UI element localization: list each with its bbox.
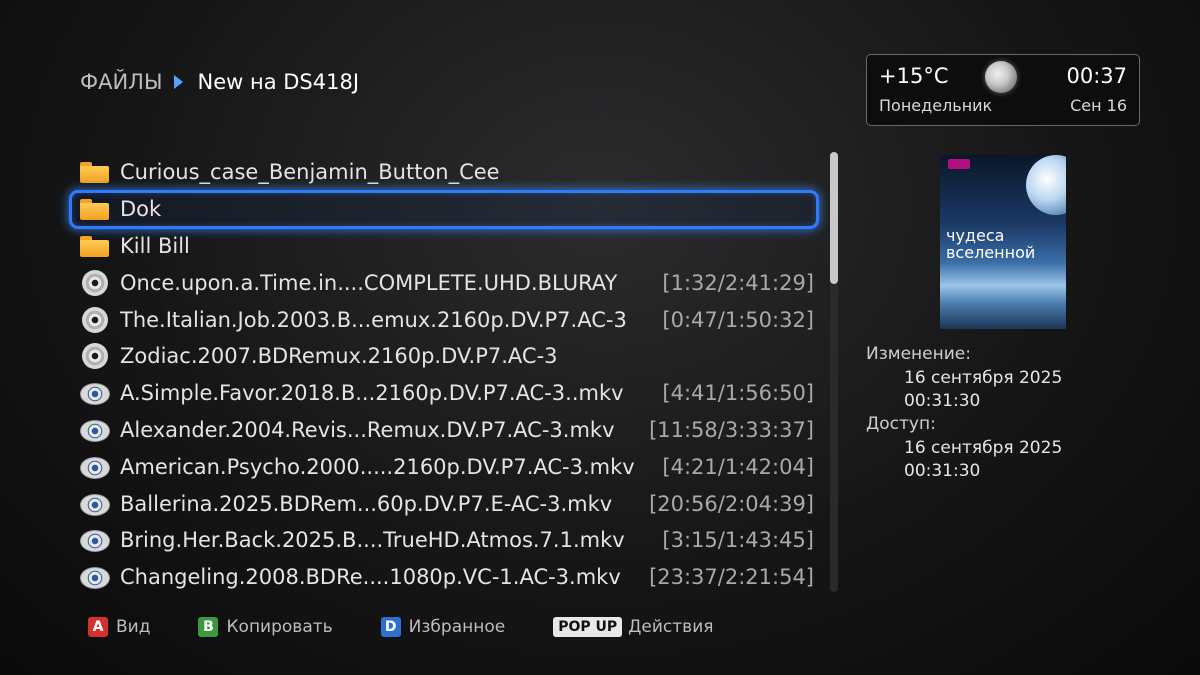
file-name: The.Italian.Job.2003.B...emux.2160p.DV.P… — [120, 307, 627, 332]
file-name: Once.upon.a.Time.in....COMPLETE.UHD.BLUR… — [120, 270, 618, 295]
file-row[interactable]: Kill Bill — [76, 228, 818, 265]
video-reel-icon — [80, 564, 110, 590]
file-name: Alexander.2004.Revis...Remux.DV.P7.AC-3.… — [120, 417, 615, 442]
video-reel-icon — [80, 417, 110, 443]
key-hints: A Вид B Копировать D Избранное POP UP Де… — [88, 615, 713, 639]
hint-view-label: Вид — [116, 617, 151, 637]
file-list: Curious_case_Benjamin_Button_Cee Dok Kill … — [69, 154, 819, 596]
file-progress: [23:37/2:21:54] — [649, 565, 814, 590]
access-date: 16 сентября 2025 — [904, 438, 1063, 458]
disc-icon — [82, 269, 108, 296]
file-row[interactable]: Curious_case_Benjamin_Button_Cee — [76, 154, 818, 191]
disc-icon — [82, 306, 108, 333]
video-reel-icon — [80, 491, 110, 517]
file-row[interactable]: Once.upon.a.Time.in....COMPLETE.UHD.BLUR… — [76, 264, 818, 301]
hint-copy-label: Копировать — [226, 617, 333, 637]
file-name: Changeling.2008.BDRe....1080p.VC-1.AC-3.… — [120, 565, 621, 590]
access-label: Доступ: — [866, 414, 936, 434]
modified-date: 16 сентября 2025 — [904, 368, 1063, 388]
breadcrumb-arrow-icon — [174, 75, 184, 89]
bbc-badge-icon — [948, 159, 970, 169]
preview-poster: чудеса вселенной — [940, 155, 1066, 329]
disc-icon — [82, 343, 108, 370]
date: Сен 16 — [1070, 96, 1127, 115]
scrollbar[interactable] — [830, 152, 838, 592]
file-row[interactable]: A.Simple.Favor.2018.B...2160p.DV.P7.AC-3… — [76, 375, 818, 412]
hint-view[interactable]: A Вид — [88, 617, 150, 637]
file-row[interactable]: Ballerina.2025.BDRem...60p.DV.P7.E-AC-3.… — [76, 485, 818, 522]
file-progress: [0:47/1:50:32] — [662, 307, 814, 332]
file-row[interactable]: Dok — [69, 189, 819, 229]
file-row[interactable]: The.Italian.Job.2003.B...emux.2160p.DV.P… — [76, 301, 818, 338]
video-reel-icon — [80, 454, 110, 480]
scrollbar-thumb[interactable] — [830, 152, 838, 284]
poster-planet-image — [1026, 155, 1066, 215]
hint-favorites[interactable]: D Избранное — [380, 617, 506, 637]
file-name: Ballerina.2025.BDRem...60p.DV.P7.E-AC-3.… — [120, 491, 613, 516]
file-progress: [11:58/3:33:37] — [649, 417, 814, 442]
file-row[interactable]: American.Psycho.2000.....2160p.DV.P7.AC-… — [76, 448, 818, 485]
file-name: Kill Bill — [120, 233, 190, 258]
file-progress: [20:56/2:04:39] — [649, 491, 814, 516]
green-b-key-icon: B — [198, 617, 219, 637]
file-row[interactable]: Changeling.2008.BDRe....1080p.VC-1.AC-3.… — [76, 559, 818, 596]
breadcrumb: ФАЙЛЫ New на DS418J — [80, 66, 359, 98]
modified-label: Изменение: — [866, 344, 971, 364]
file-progress: [3:15/1:43:45] — [662, 528, 814, 553]
folder-icon — [80, 196, 110, 222]
red-a-key-icon: A — [88, 617, 108, 637]
access-time: 00:31:30 — [904, 461, 981, 481]
clock-time: 00:37 — [1066, 64, 1127, 88]
folder-icon — [80, 233, 110, 259]
poster-title: чудеса вселенной — [946, 226, 1036, 262]
hint-actions[interactable]: POP UP Действия — [553, 617, 713, 637]
breadcrumb-current: New на DS418J — [197, 70, 360, 94]
file-details: Изменение: 16 сентября 2025 00:31:30 Дос… — [866, 344, 1062, 484]
weekday: Понедельник — [879, 96, 993, 115]
video-reel-icon — [80, 380, 110, 406]
modified-time: 00:31:30 — [904, 391, 981, 411]
file-progress: [4:41/1:56:50] — [662, 381, 814, 406]
file-row[interactable]: Zodiac.2007.BDRemux.2160p.DV.P7.AC-3 — [76, 338, 818, 375]
hint-favorites-label: Избранное — [408, 617, 506, 637]
file-name: Curious_case_Benjamin_Button_Cee — [120, 160, 500, 185]
folder-icon — [80, 159, 110, 185]
file-name: Zodiac.2007.BDRemux.2160p.DV.P7.AC-3 — [120, 344, 558, 369]
temperature: +15°C — [879, 64, 949, 88]
file-row[interactable]: Bring.Her.Back.2025.B....TrueHD.Atmos.7.… — [76, 522, 818, 559]
file-progress: [4:21/1:42:04] — [662, 454, 814, 479]
hint-copy[interactable]: B Копировать — [198, 617, 333, 637]
popup-key-icon: POP UP — [553, 617, 623, 637]
breadcrumb-root[interactable]: ФАЙЛЫ — [80, 70, 162, 94]
file-name: Dok — [120, 197, 162, 222]
moon-icon — [985, 61, 1017, 93]
file-progress: [1:32/2:41:29] — [662, 270, 814, 295]
status-widget: +15°C 00:37 Понедельник Сен 16 — [866, 54, 1140, 126]
file-row[interactable]: Alexander.2004.Revis...Remux.DV.P7.AC-3.… — [76, 412, 818, 449]
blue-d-key-icon: D — [380, 617, 401, 637]
file-name: American.Psycho.2000.....2160p.DV.P7.AC-… — [120, 454, 635, 479]
video-reel-icon — [80, 527, 110, 553]
hint-actions-label: Действия — [628, 617, 714, 637]
file-name: Bring.Her.Back.2025.B....TrueHD.Atmos.7.… — [120, 528, 625, 553]
file-name: A.Simple.Favor.2018.B...2160p.DV.P7.AC-3… — [120, 381, 624, 406]
